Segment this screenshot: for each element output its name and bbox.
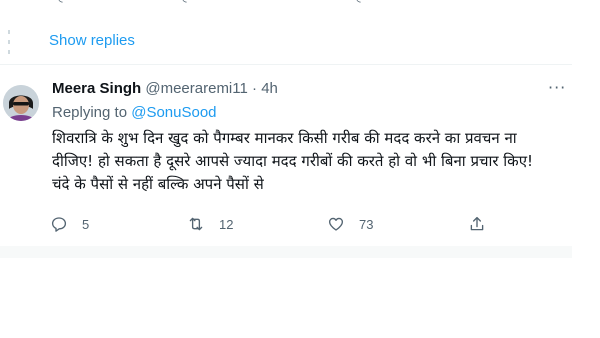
- tweet-text-line: शिवरात्रि के शुभ दिन खुद को पैगम्बर मानक…: [52, 129, 517, 147]
- timestamp[interactable]: 4h: [261, 80, 278, 97]
- retweet-button[interactable]: 12: [187, 212, 233, 236]
- tweet-text-line: दीजिए! हो सकता है दूसरे आपसे ज्यादा मदद …: [52, 152, 534, 170]
- replying-to-line: Replying to @SonuSood: [52, 104, 217, 121]
- author-name[interactable]: Meera Singh: [52, 80, 141, 97]
- thread-dash: [8, 30, 10, 34]
- scrollbar[interactable]: [586, 0, 590, 338]
- replying-to-link[interactable]: @SonuSood: [131, 104, 216, 121]
- share-button[interactable]: [468, 212, 500, 236]
- share-icon: [470, 216, 484, 231]
- reply-button[interactable]: 5: [50, 212, 89, 236]
- like-icon: [328, 217, 344, 231]
- thread-bottom-bar: [0, 246, 572, 258]
- avatar-image: [3, 85, 39, 121]
- tweet-header: Meera Singh @meeraremi11 · 4h: [52, 80, 278, 97]
- retweet-count: 12: [219, 216, 234, 232]
- thread-dash: [8, 50, 10, 54]
- divider: [0, 64, 572, 65]
- more-icon[interactable]: ···: [548, 78, 566, 97]
- separator-dot: ·: [252, 80, 258, 97]
- thread-dash: [8, 40, 10, 44]
- show-replies-link[interactable]: Show replies: [49, 32, 135, 49]
- tweet-text-line: चंदे के पैसों से नहीं बल्कि अपने पैसों स…: [52, 175, 264, 193]
- thread-connector: [0, 0, 14, 258]
- like-button[interactable]: 73: [327, 212, 373, 236]
- tweet-actions: 5 12 73: [50, 212, 550, 236]
- reply-count: 5: [82, 216, 90, 232]
- retweet-icon: [189, 217, 203, 231]
- author-handle[interactable]: @meeraremi11: [145, 80, 247, 97]
- avatar[interactable]: [3, 85, 39, 121]
- tweet-thread-panel: ◟ ◟ ◟ Show replies Meera Singh @meerarem…: [0, 0, 572, 258]
- reply-icon: [51, 217, 67, 232]
- tweet-text: शिवरात्रि के शुभ दिन खुद को पैगम्बर मानक…: [52, 127, 562, 196]
- like-count: 73: [359, 216, 374, 232]
- previous-tweet-actions-cutoff: ◟ ◟ ◟: [0, 0, 572, 4]
- replying-prefix: Replying to: [52, 104, 128, 121]
